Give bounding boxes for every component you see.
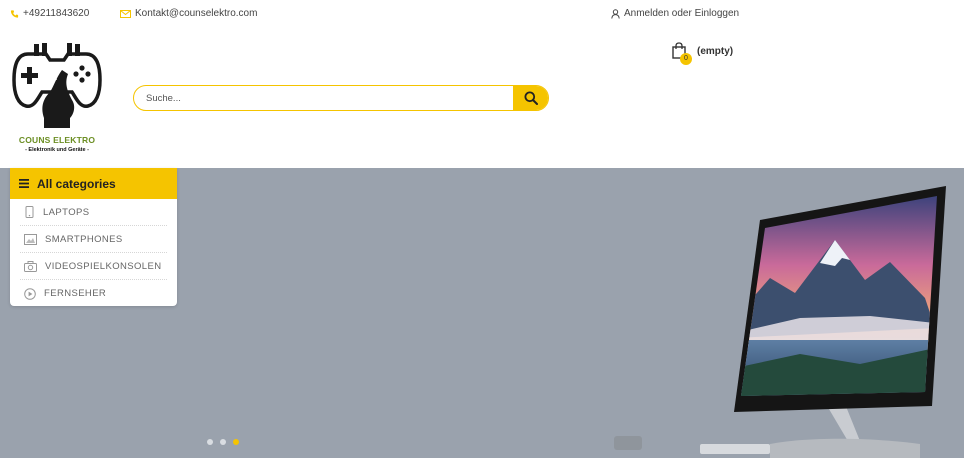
email-address: Kontakt@counselektro.com [135,8,258,19]
category-menu: All categories LAPTOPS SMARTPHONES VIDEO… [10,168,177,306]
category-label: FERNSEHER [44,288,107,299]
email-contact[interactable]: Kontakt@counselektro.com [120,8,257,19]
login-link[interactable]: Anmelden oder Einloggen [611,8,739,19]
envelope-icon [120,9,131,18]
slider-pagination [207,439,239,445]
all-categories-label: All categories [37,176,116,191]
slider-dot[interactable] [207,439,213,445]
category-item-videospielkonsolen[interactable]: VIDEOSPIELKONSOLEN [20,253,167,280]
search-bar [133,85,549,111]
phone-icon [10,9,19,18]
site-logo[interactable]: COUNS ELEKTRO - Elektronik und Geräte - [10,40,104,156]
user-icon [611,8,620,19]
play-circle-icon [24,287,36,300]
search-input[interactable] [146,86,506,110]
gamepad-logo-icon [12,43,102,128]
camera-icon [24,260,37,272]
category-label: SMARTPHONES [45,233,123,245]
cart-status: (empty) [697,46,734,57]
cart-count-badge: 0 [680,53,692,65]
logo-tagline: - Elektronik und Geräte - [25,147,89,153]
hamburger-menu-icon [19,179,29,188]
category-item-laptops[interactable]: LAPTOPS [20,199,167,226]
all-categories-toggle[interactable]: All categories [10,168,177,199]
search-icon [524,91,538,105]
search-button[interactable] [513,86,548,110]
category-label: VIDEOSPIELKONSOLEN [45,260,162,272]
slider-dot-active[interactable] [233,439,239,445]
category-label: LAPTOPS [43,206,90,218]
category-item-fernseher[interactable]: FERNSEHER [20,280,167,307]
picture-icon [24,233,37,245]
phone-number: +49211843620 [23,8,90,19]
top-bar: +49211843620 Kontakt@counselektro.com An… [0,0,964,28]
category-item-smartphones[interactable]: SMARTPHONES [20,226,167,253]
login-label: Anmelden oder Einloggen [624,8,740,19]
slider-dot[interactable] [220,439,226,445]
logo-brand-name: COUNS ELEKTRO [18,135,96,145]
tablet-icon [25,206,34,218]
phone-contact[interactable]: +49211843620 [10,8,89,19]
